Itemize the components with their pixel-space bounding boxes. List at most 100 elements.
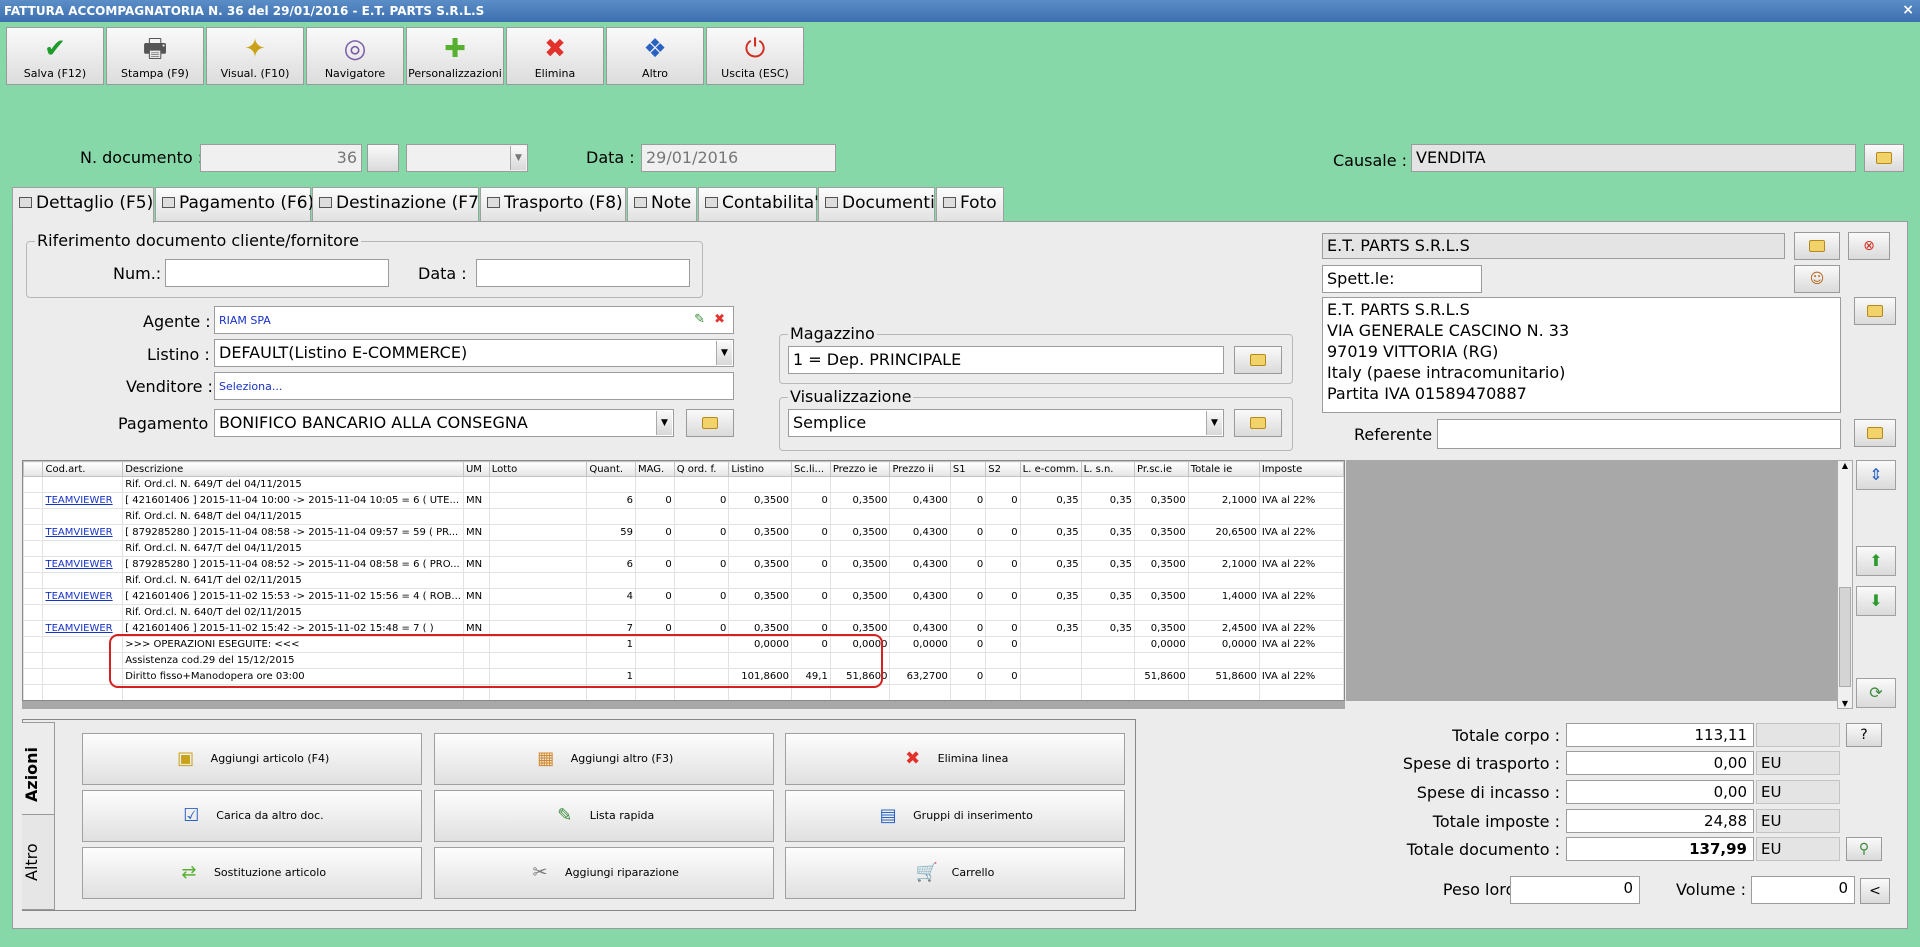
customize-button[interactable]: ✚ Personalizzazioni <box>406 27 504 85</box>
row-selector[interactable] <box>23 476 44 493</box>
tab-foto[interactable]: Foto <box>936 187 1004 221</box>
magazzino-field[interactable]: 1 = Dep. PRINCIPALE <box>788 346 1224 374</box>
refresh-button[interactable]: ⟳ <box>1856 678 1896 708</box>
contact-button[interactable]: ☺ <box>1794 265 1840 293</box>
column-header[interactable]: L. s.n. <box>1080 461 1135 477</box>
causale-browse-button[interactable] <box>1864 144 1904 172</box>
pagamento-browse-button[interactable] <box>686 409 734 437</box>
table-row[interactable]: Rif. Ord.cl. N. 649/T del 04/11/2015 <box>23 476 1344 493</box>
move-up-button[interactable]: ⬆ <box>1856 546 1896 576</box>
referente-browse-button[interactable] <box>1854 419 1896 447</box>
row-selector[interactable] <box>23 508 44 525</box>
print-button[interactable]: 🖶 Stampa (F9) <box>106 27 204 85</box>
ndoc-field[interactable]: 36 <box>200 144 362 172</box>
column-header[interactable]: Imposte <box>1258 461 1344 477</box>
tab-documenti[interactable]: Documenti <box>818 187 935 221</box>
visualizzazione-browse-button[interactable] <box>1234 409 1282 437</box>
row-selector[interactable] <box>23 572 44 589</box>
vertical-scrollbar[interactable]: ▲ ▼ <box>1837 460 1853 709</box>
delete-line-button[interactable]: ✖ Elimina linea <box>785 733 1125 785</box>
add-article-button[interactable]: ▣ Aggiungi articolo (F4) <box>82 733 422 785</box>
column-header[interactable]: UM <box>462 461 490 477</box>
cliente-name-field[interactable]: E.T. PARTS S.R.L.S <box>1322 233 1785 259</box>
column-header[interactable]: MAG. <box>634 461 675 477</box>
row-selector[interactable] <box>23 492 44 509</box>
table-cell[interactable]: TEAMVIEWER <box>42 620 124 637</box>
row-selector[interactable] <box>23 524 44 541</box>
exit-button[interactable]: ⏻ Uscita (ESC) <box>706 27 804 85</box>
column-header[interactable]: Prezzo ii <box>889 461 951 477</box>
close-window-icon[interactable]: × <box>1902 2 1914 18</box>
column-header[interactable]: Descrizione <box>122 461 464 477</box>
column-header[interactable]: Pr.sc.ie <box>1133 461 1189 477</box>
table-row[interactable]: Rif. Ord.cl. N. 647/T del 04/11/2015 <box>23 540 1344 557</box>
table-row[interactable]: Rif. Ord.cl. N. 640/T del 02/11/2015 <box>23 604 1344 621</box>
cliente-address-box[interactable]: E.T. PARTS S.R.L.S VIA GENERALE CASCINO N… <box>1322 297 1841 413</box>
referente-field[interactable] <box>1437 419 1841 449</box>
row-selector[interactable] <box>23 620 44 637</box>
table-cell[interactable]: TEAMVIEWER <box>42 556 124 573</box>
move-down-button[interactable]: ⬇ <box>1856 586 1896 616</box>
column-header[interactable]: Listino <box>728 461 792 477</box>
row-selector[interactable] <box>23 556 44 573</box>
scroll-down-icon[interactable]: ▼ <box>1838 699 1852 708</box>
add-other-button[interactable]: ▦ Aggiungi altro (F3) <box>434 733 774 785</box>
edit-icon[interactable]: ✎ <box>694 312 705 327</box>
address-browse-button[interactable] <box>1854 297 1896 325</box>
data-field[interactable]: 29/01/2016 <box>641 144 836 172</box>
help-button[interactable]: ? <box>1846 723 1882 747</box>
volume-field[interactable]: 0 <box>1751 876 1855 904</box>
table-row[interactable]: Rif. Ord.cl. N. 648/T del 04/11/2015 <box>23 508 1344 525</box>
row-selector[interactable] <box>23 604 44 621</box>
column-header[interactable]: Cod.art. <box>42 461 124 477</box>
cliente-remove-button[interactable]: ⊗ <box>1848 232 1890 260</box>
delete-button[interactable]: ✖ Elimina <box>506 27 604 85</box>
column-header[interactable]: S2 <box>985 461 1021 477</box>
table-row[interactable]: TEAMVIEWER[ 421601406 ] 2015-11-02 15:53… <box>23 588 1344 605</box>
row-selector[interactable] <box>23 540 44 557</box>
quick-list-button[interactable]: ✎ Lista rapida <box>434 790 774 842</box>
causale-field[interactable]: VENDITA <box>1411 144 1856 172</box>
tab-contabilita[interactable]: Contabilita' <box>698 187 819 221</box>
spese-incasso-field[interactable]: 0,00 <box>1566 780 1754 804</box>
volume-button[interactable]: < <box>1860 878 1890 904</box>
column-header[interactable]: Quant. <box>586 461 636 477</box>
sort-button[interactable]: ⇕ <box>1856 460 1896 490</box>
tab-trasporto[interactable]: Trasporto (F8) <box>480 187 626 221</box>
listino-select[interactable]: DEFAULT(Listino E-COMMERCE) ▼ <box>214 339 734 367</box>
table-cell[interactable]: TEAMVIEWER <box>42 524 124 541</box>
tab-dettaglio[interactable]: Dettaglio (F5) <box>12 187 154 223</box>
table-row[interactable]: TEAMVIEWER[ 879285280 ] 2015-11-04 08:52… <box>23 556 1344 573</box>
scroll-up-icon[interactable]: ▲ <box>1838 461 1852 470</box>
table-cell[interactable]: TEAMVIEWER <box>42 588 124 605</box>
totale-imposte-field[interactable]: 24,88 <box>1566 809 1754 833</box>
column-header[interactable]: Lotto <box>488 461 588 477</box>
ndoc-series-select[interactable]: ▼ <box>406 144 528 172</box>
rif-data-field[interactable] <box>476 259 690 287</box>
table-cell[interactable]: TEAMVIEWER <box>42 492 124 509</box>
cart-button[interactable]: 🛒 Carrello <box>785 847 1125 899</box>
tab-pagamento[interactable]: Pagamento (F6) <box>155 187 314 221</box>
tab-destinazione[interactable]: Destinazione (F7) <box>312 187 486 221</box>
spett-field[interactable]: Spett.le: <box>1322 265 1482 293</box>
totale-documento-field[interactable]: 137,99 <box>1566 837 1754 861</box>
zoom-button[interactable]: ⚲ <box>1846 837 1882 861</box>
rif-num-field[interactable] <box>165 259 389 287</box>
load-from-doc-button[interactable]: ☑ Carica da altro doc. <box>82 790 422 842</box>
tab-azioni[interactable]: Azioni <box>22 722 55 826</box>
row-selector[interactable] <box>23 684 44 700</box>
column-header[interactable]: Sc.li... <box>790 461 831 477</box>
row-selector[interactable] <box>23 588 44 605</box>
totale-corpo-field[interactable]: 113,11 <box>1566 723 1754 747</box>
insert-groups-button[interactable]: ▤ Gruppi di inserimento <box>785 790 1125 842</box>
column-header[interactable]: S1 <box>949 461 987 477</box>
table-row[interactable]: TEAMVIEWER[ 879285280 ] 2015-11-04 08:58… <box>23 524 1344 541</box>
magazzino-browse-button[interactable] <box>1234 346 1282 374</box>
add-repair-button[interactable]: ✂ Aggiungi riparazione <box>434 847 774 899</box>
agente-field[interactable]: RIAM SPA ✎ ✖ <box>214 306 734 334</box>
more-button[interactable]: ❖ Altro <box>606 27 704 85</box>
row-selector[interactable] <box>23 652 44 669</box>
spese-trasporto-field[interactable]: 0,00 <box>1566 751 1754 775</box>
scroll-thumb[interactable] <box>1839 587 1851 687</box>
column-header[interactable]: L. e-comm. <box>1019 461 1082 477</box>
